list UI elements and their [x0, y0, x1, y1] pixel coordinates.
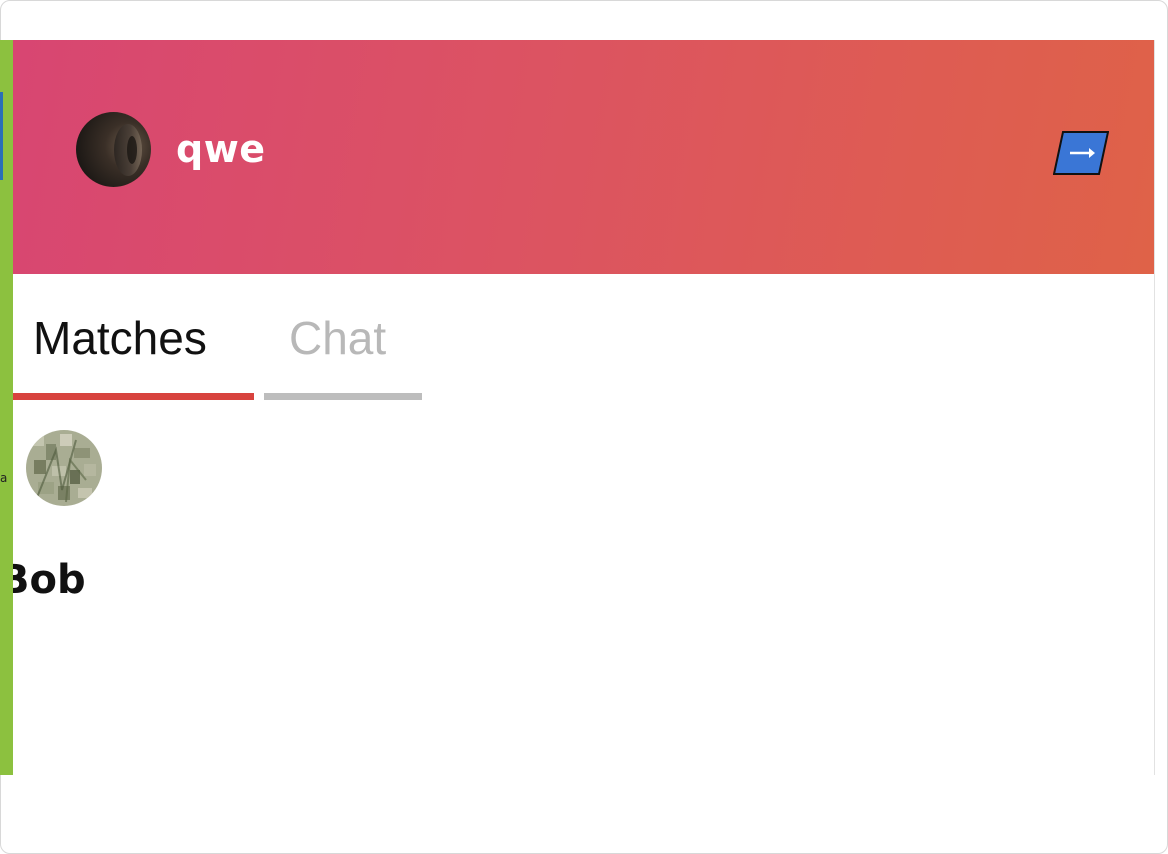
- tab-matches-label: Matches: [33, 312, 207, 364]
- tab-matches[interactable]: Matches: [13, 274, 254, 400]
- tab-chat[interactable]: Chat: [264, 274, 422, 400]
- logout-button[interactable]: [1052, 131, 1110, 175]
- left-edge-mark: a: [0, 471, 8, 485]
- left-edge-accent: [0, 92, 3, 180]
- match-name: Bob: [13, 557, 86, 603]
- panel-divider: [1154, 40, 1155, 775]
- match-list-item[interactable]: Bob: [13, 428, 213, 608]
- match-avatar: [26, 430, 102, 506]
- tab-chat-indicator: [264, 393, 422, 400]
- profile-header: qwe: [13, 40, 1154, 274]
- user-avatar-photo-icon: [76, 112, 151, 187]
- match-avatar-photo-icon: [26, 430, 102, 506]
- tab-matches-indicator: [13, 393, 254, 400]
- user-name: qwe: [176, 127, 266, 171]
- arrow-right-icon: [1052, 131, 1110, 175]
- tab-bar: Matches Chat: [13, 274, 1154, 404]
- matches-panel: qwe Matches Chat Bob: [13, 40, 1154, 775]
- tab-chat-label: Chat: [289, 312, 387, 364]
- user-avatar[interactable]: [76, 112, 151, 187]
